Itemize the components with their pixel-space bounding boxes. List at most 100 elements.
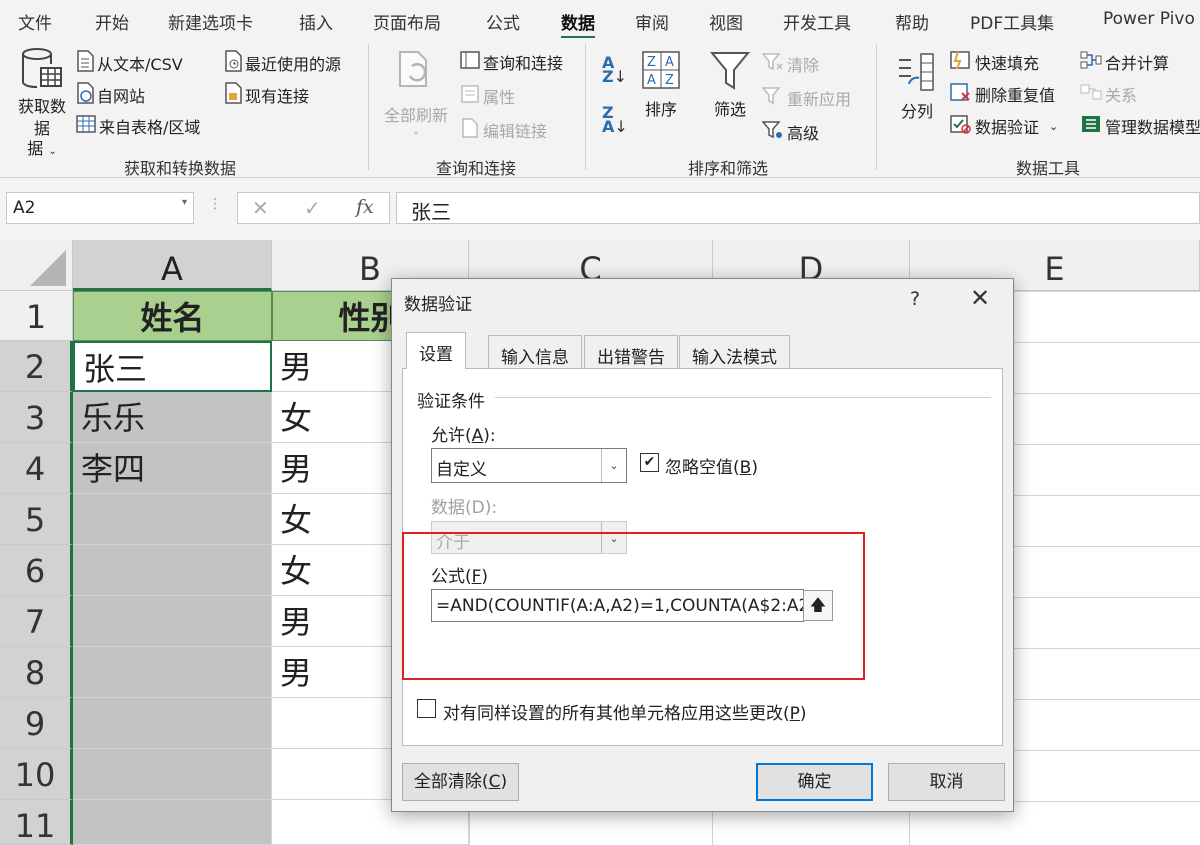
menu-home[interactable]: 开始 [95, 9, 129, 34]
apply-all-checkbox[interactable] [417, 699, 436, 718]
enter-icon[interactable]: ✓ [304, 196, 321, 220]
from-web-button[interactable]: 自网站 [76, 82, 145, 108]
row-header-9[interactable]: 9 [0, 698, 73, 749]
edit-links-button[interactable]: 编辑链接 [460, 118, 547, 142]
recent-sources-button[interactable]: 最近使用的源 [224, 50, 341, 76]
menu-formulas[interactable]: 公式 [486, 9, 520, 34]
remove-duplicates-button[interactable]: 删除重复值 [950, 82, 1055, 106]
advanced-filter-label: 高级 [787, 124, 820, 143]
from-text-label: 从文本/CSV [97, 55, 183, 74]
from-text-csv-button[interactable]: 从文本/CSV [76, 50, 183, 76]
row-header-6[interactable]: 6 [0, 545, 73, 596]
cell-a1[interactable]: 姓名 [73, 291, 272, 341]
row-header-3[interactable]: 3 [0, 392, 73, 443]
clear-filter-button[interactable]: 清除 [761, 52, 819, 76]
menu-view[interactable]: 视图 [709, 9, 743, 34]
advanced-filter-button[interactable]: 高级 [761, 120, 820, 144]
tab-settings[interactable]: 设置 [406, 332, 466, 369]
filter-button[interactable]: 筛选 [706, 50, 754, 120]
from-table-button[interactable]: 来自表格/区域 [76, 114, 200, 138]
data-validation-button[interactable]: 数据验证 ⌄ [950, 114, 1058, 138]
cancel-button[interactable]: 取消 [888, 763, 1005, 801]
allow-select[interactable]: 自定义 ⌄ [431, 448, 627, 483]
clear-all-button[interactable]: 全部清除(C) [402, 763, 519, 801]
row-header-7[interactable]: 7 [0, 596, 73, 647]
menu-data[interactable]: 数据 [561, 9, 595, 39]
tab-input-message[interactable]: 输入信息 [488, 335, 582, 368]
row-header-1[interactable]: 1 [0, 291, 73, 341]
row-header-8[interactable]: 8 [0, 647, 73, 698]
select-all-corner[interactable] [0, 240, 73, 291]
menu-page-layout[interactable]: 页面布局 [373, 9, 441, 34]
formula-input[interactable]: 张三 [396, 192, 1200, 224]
name-box-value: A2 [13, 198, 36, 218]
ignore-blank-label: 忽略空值(B) [665, 458, 758, 478]
cell-a2[interactable]: 张三 [73, 341, 272, 392]
queries-connections-button[interactable]: 查询和连接 [460, 50, 563, 74]
menu-new-tab[interactable]: 新建选项卡 [168, 9, 253, 34]
row-header-11[interactable]: 11 [0, 800, 73, 845]
consolidate-button[interactable]: 合并计算 [1080, 50, 1169, 74]
cell-a3[interactable]: 乐乐 [73, 392, 272, 443]
get-data-label-sub: 据 [27, 139, 44, 158]
tab-ime-mode[interactable]: 输入法模式 [679, 335, 790, 368]
cancel-icon[interactable]: ✕ [252, 196, 269, 220]
formula-bar: A2 ▾ ⋮ ✕ ✓ fx 张三 [0, 178, 1200, 240]
row-header-5[interactable]: 5 [0, 494, 73, 545]
menu-help[interactable]: 帮助 [895, 9, 929, 34]
relationships-button[interactable]: 关系 [1080, 82, 1137, 106]
sort-button[interactable]: ZAAZ 排序 [637, 50, 685, 120]
cell-a5[interactable] [73, 494, 272, 545]
menu-insert[interactable]: 插入 [299, 9, 333, 34]
tab-error-alert[interactable]: 出错警告 [584, 335, 678, 368]
recent-sources-label: 最近使用的源 [245, 55, 342, 74]
select-all-icon [30, 250, 66, 286]
row-header-2[interactable]: 2 [0, 341, 73, 392]
column-header-a[interactable]: A [73, 240, 272, 291]
reapply-button[interactable]: 重新应用 [761, 86, 851, 110]
group-label-get-transform: 获取和转换数据 [124, 159, 237, 178]
name-box[interactable]: A2 ▾ [6, 192, 194, 224]
close-icon[interactable]: ✕ [970, 284, 990, 312]
chevron-down-icon: ⌄ [1049, 119, 1059, 133]
menu-power-pivot[interactable]: Power Pivo [1103, 9, 1195, 29]
clear-all-key: C [488, 772, 501, 792]
more-options-icon[interactable]: ⋮ [208, 196, 222, 212]
menu-review[interactable]: 审阅 [635, 9, 669, 34]
get-data-button[interactable]: 获取数据 据 ⌄ [12, 46, 72, 158]
cell-a8[interactable] [73, 647, 272, 698]
clear-filter-icon [761, 52, 784, 76]
ignore-blank-checkbox[interactable]: ✔ [640, 453, 659, 472]
recent-sources-icon [224, 50, 242, 76]
ignore-blank-text: 忽略空值( [665, 458, 740, 478]
row-header-10[interactable]: 10 [0, 749, 73, 800]
properties-button[interactable]: 属性 [460, 84, 515, 108]
cell-a7[interactable] [73, 596, 272, 647]
insert-function-icon[interactable]: fx [356, 196, 374, 218]
cell-a6[interactable] [73, 545, 272, 596]
refresh-all-label: 全部刷新 [383, 106, 448, 125]
allow-label-tail: ): [483, 426, 496, 446]
database-icon [22, 48, 62, 88]
sort-ascending-button[interactable]: A Z↓ [602, 55, 627, 85]
existing-connections-button[interactable]: 现有连接 [224, 82, 309, 108]
svg-text:Z: Z [665, 73, 674, 88]
cell-a11[interactable] [73, 800, 272, 845]
cell-a4[interactable]: 李四 [73, 443, 272, 494]
menu-bar: 文件 开始 新建选项卡 插入 页面布局 公式 数据 审阅 视图 开发工具 帮助 … [0, 0, 1200, 39]
existing-connections-icon [224, 82, 242, 108]
table-icon [76, 114, 96, 138]
menu-file[interactable]: 文件 [18, 9, 52, 34]
flash-fill-button[interactable]: 快速填充 [950, 50, 1039, 74]
help-icon[interactable]: ? [910, 288, 920, 310]
sort-descending-button[interactable]: Z A↓ [602, 105, 628, 135]
cell-a10[interactable] [73, 749, 272, 800]
manage-data-model-button[interactable]: 管理数据模型 [1080, 114, 1200, 138]
menu-pdf-tools[interactable]: PDF工具集 [970, 9, 1054, 34]
ok-button[interactable]: 确定 [756, 763, 873, 801]
cell-a9[interactable] [73, 698, 272, 749]
menu-developer[interactable]: 开发工具 [783, 9, 851, 34]
row-header-4[interactable]: 4 [0, 443, 73, 494]
refresh-all-button[interactable]: 全部刷新 ⌄ [380, 48, 452, 137]
text-to-columns-button[interactable]: 分列 [892, 50, 942, 122]
